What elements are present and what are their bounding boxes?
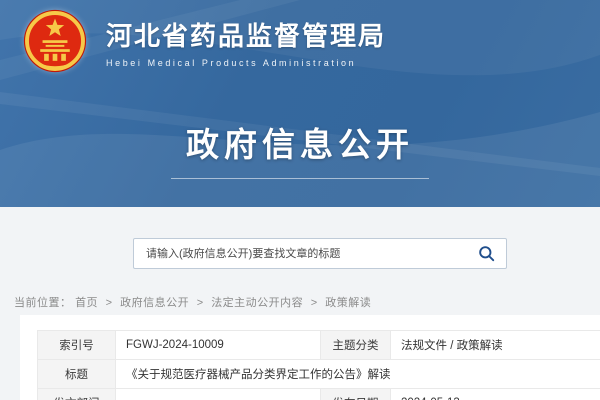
breadcrumb-item-home[interactable]: 首页 [75,297,98,309]
org-name-en: Hebei Medical Products Administration [106,58,386,68]
breadcrumb-separator: > [197,297,204,309]
search-section: 当前位置： 首页 > 政府信息公开 > 法定主动公开内容 > 政策解读 [0,207,600,310]
breadcrumb-item-info-disclosure[interactable]: 政府信息公开 [120,297,189,309]
table-row: 标题 《关于规范医疗器械产品分类界定工作的公告》解读 [38,360,600,389]
breadcrumb-item-statutory-content[interactable]: 法定主动公开内容 [211,297,303,309]
title-value: 《关于规范医疗器械产品分类界定工作的公告》解读 [116,360,600,389]
topic-category-value: 法规文件 / 政策解读 [391,331,600,360]
issuing-department-label: 发文部门 [38,389,116,400]
search-icon [477,244,496,263]
document-info-table: 索引号 FGWJ-2024-10009 主题分类 法规文件 / 政策解读 标题 … [37,330,600,400]
publish-date-value: 2024-05-13 [391,389,600,400]
search-button[interactable] [472,239,506,268]
table-row: 索引号 FGWJ-2024-10009 主题分类 法规文件 / 政策解读 [38,331,600,360]
breadcrumb-separator: > [106,297,113,309]
content-panel: 索引号 FGWJ-2024-10009 主题分类 法规文件 / 政策解读 标题 … [20,315,600,400]
table-row: 发文部门 发布日期 2024-05-13 [38,389,600,400]
breadcrumb-item-policy-interpretation: 政策解读 [325,297,371,309]
search-box [133,238,507,269]
breadcrumb: 当前位置： 首页 > 政府信息公开 > 法定主动公开内容 > 政策解读 [14,294,600,310]
index-number-value: FGWJ-2024-10009 [116,331,321,360]
hero-banner: 河北省药品监督管理局 Hebei Medical Products Admini… [0,0,600,207]
issuing-department-value [116,389,321,400]
breadcrumb-separator: > [311,297,318,309]
search-input[interactable] [134,239,472,268]
banner-underline [171,178,429,179]
topic-category-label: 主题分类 [321,331,391,360]
publish-date-label: 发布日期 [321,389,391,400]
title-label: 标题 [38,360,116,389]
national-emblem-icon [14,6,96,76]
index-number-label: 索引号 [38,331,116,360]
site-header: 河北省药品监督管理局 Hebei Medical Products Admini… [14,6,386,76]
org-name-cn: 河北省药品监督管理局 [106,16,386,53]
page-title: 政府信息公开 [186,118,414,166]
breadcrumb-label: 当前位置： [14,297,72,309]
